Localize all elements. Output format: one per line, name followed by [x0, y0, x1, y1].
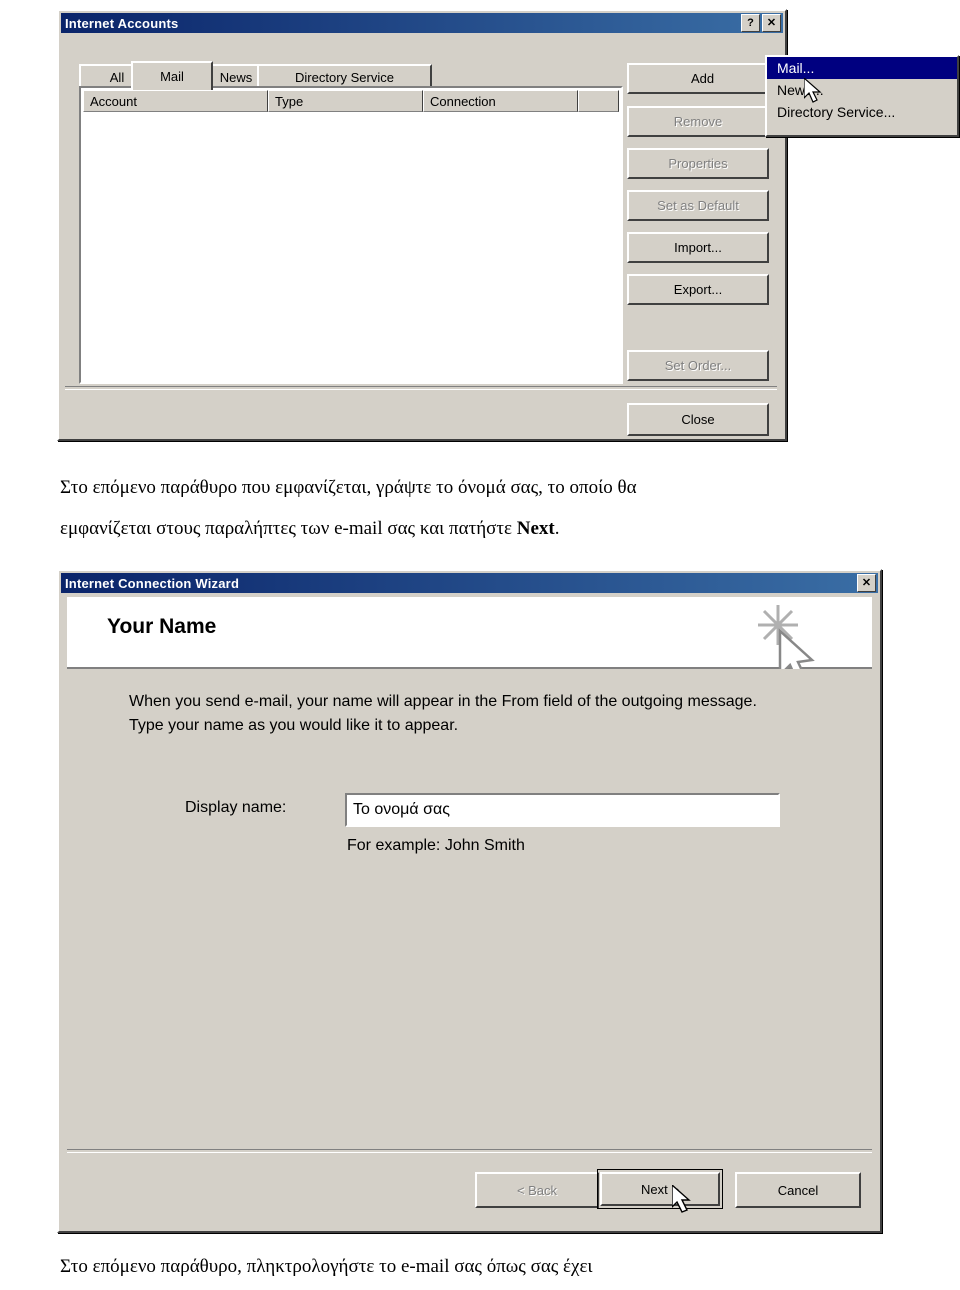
accounts-list-body[interactable] [83, 112, 619, 380]
wizard-body: When you send e-mail, your name will app… [67, 669, 872, 1151]
column-header-account[interactable]: Account [83, 90, 268, 112]
internet-connection-wizard-dialog: Internet Connection Wizard ✕ Your Name W… [57, 569, 882, 1233]
accounts-list-headers: Account Type Connection [83, 90, 619, 112]
paragraph-1-next-keyword: Next [516, 518, 555, 539]
display-name-example: For example: John Smith [347, 837, 525, 854]
next-button[interactable]: Next > [600, 1172, 720, 1206]
dialog1-titlebar: Internet Accounts ? ✕ [61, 13, 783, 33]
menu-item-news[interactable]: News... [767, 79, 957, 101]
export-button[interactable]: Export... [627, 274, 769, 305]
dialog2-titlebar: Internet Connection Wizard ✕ [61, 573, 878, 593]
import-button[interactable]: Import... [627, 232, 769, 263]
dialog2-separator [67, 1149, 872, 1153]
dialog1-title: Internet Accounts [65, 15, 179, 31]
wizard-heading: Your Name [107, 615, 217, 638]
column-header-connection[interactable]: Connection [423, 90, 578, 112]
tab-mail[interactable]: Mail [131, 61, 213, 90]
paragraph-1-line-1: Στο επόμενο παράθυρο που εμφανίζεται, γρ… [60, 477, 637, 498]
dialog1-separator [65, 386, 777, 390]
wizard-desc-line-2: Type your name as you would like it to a… [129, 717, 459, 734]
column-header-filler [578, 90, 619, 112]
paragraph-2: Στο επόμενο παράθυρο, πληκτρολογήστε το … [60, 1256, 593, 1277]
back-button[interactable]: < Back [475, 1172, 599, 1208]
accounts-list[interactable]: Account Type Connection [79, 86, 623, 384]
properties-button[interactable]: Properties [627, 148, 769, 179]
column-header-type[interactable]: Type [268, 90, 423, 112]
cancel-button[interactable]: Cancel [735, 1172, 861, 1208]
paragraph-1-line-2-text: εμφανίζεται στους παραλήπτες των e-mail … [60, 518, 517, 539]
menu-item-mail[interactable]: Mail... [767, 57, 957, 79]
display-name-label: Display name: [185, 799, 287, 816]
remove-button[interactable]: Remove [627, 106, 769, 137]
display-name-input[interactable]: Το ονομά σας [345, 793, 780, 827]
wizard-header: Your Name [67, 597, 872, 683]
next-button-frame: Next > [597, 1169, 723, 1209]
close-icon[interactable]: ✕ [857, 574, 876, 592]
set-order-button[interactable]: Set Order... [627, 350, 769, 381]
add-button-label: Add [690, 71, 715, 86]
menu-item-directory-service[interactable]: Directory Service... [767, 101, 957, 123]
document-page: Internet Accounts ? ✕ All Mail News Dire… [0, 0, 960, 1290]
add-button[interactable]: Add ▶ [627, 63, 785, 94]
paragraph-1-period: . [554, 518, 560, 539]
paragraph-1-line-2: εμφανίζεται στους παραλήπτες των e-mail … [60, 514, 920, 544]
add-dropdown-menu: Mail... News... Directory Service... [765, 55, 959, 137]
set-as-default-button[interactable]: Set as Default [627, 190, 769, 221]
wizard-desc-line-1: When you send e-mail, your name will app… [129, 693, 757, 710]
close-icon[interactable]: ✕ [762, 14, 781, 32]
dialog2-title: Internet Connection Wizard [65, 575, 240, 591]
internet-accounts-dialog: Internet Accounts ? ✕ All Mail News Dire… [57, 9, 787, 441]
dialog1-tabstrip: All Mail News Directory Service [79, 61, 599, 90]
close-button[interactable]: Close [627, 403, 769, 436]
help-icon[interactable]: ? [741, 14, 760, 32]
